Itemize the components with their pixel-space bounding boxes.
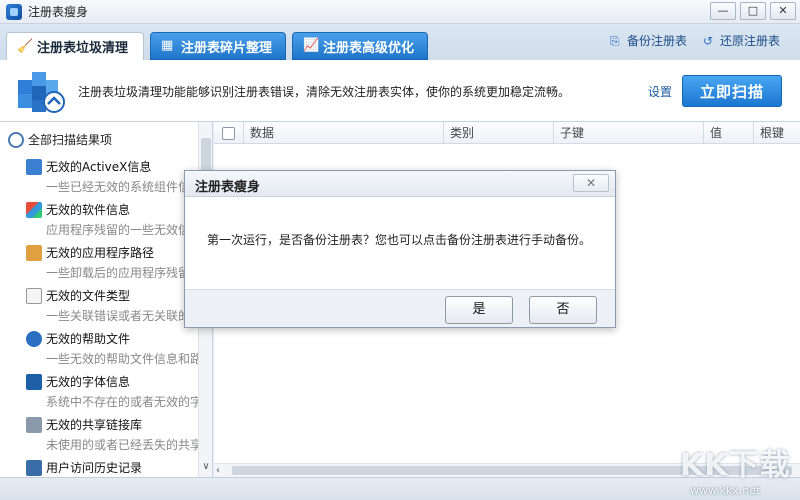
- dialog-close-button[interactable]: ✕: [573, 174, 609, 192]
- restore-icon: ↺: [702, 33, 714, 48]
- tab-label: 注册表垃圾清理: [37, 41, 129, 56]
- item-title: 无效的应用程序路径: [46, 246, 155, 260]
- dialog-title: 注册表瘦身: [195, 180, 261, 195]
- scan-now-button[interactable]: 立即扫描: [682, 75, 782, 107]
- chevron-left-icon[interactable]: ‹: [216, 464, 220, 477]
- item-title: 无效的帮助文件: [46, 332, 131, 346]
- filetype-icon: [26, 287, 42, 304]
- broom-icon: 🧹: [17, 38, 34, 54]
- column-data[interactable]: 数据: [244, 122, 444, 144]
- list-item[interactable]: 用户访问历史记录: [26, 459, 206, 476]
- column-value[interactable]: 值: [704, 122, 754, 144]
- table-header: 数据 类别 子键 值 根键: [214, 122, 800, 144]
- restore-registry-link[interactable]: ↺ 还原注册表: [703, 32, 780, 49]
- tab-junk-clean[interactable]: 🧹 注册表垃圾清理: [6, 32, 144, 60]
- backup-icon: ⎘: [609, 33, 620, 48]
- item-title: 用户访问历史记录: [46, 461, 143, 475]
- list-item[interactable]: 无效的应用程序路径 一些卸载后的应用程序残留路径: [26, 244, 212, 281]
- chevron-down-icon[interactable]: ∨: [199, 461, 212, 475]
- magnifier-icon: [8, 131, 24, 148]
- item-title: 无效的ActiveX信息: [46, 160, 152, 174]
- select-all-checkbox[interactable]: [222, 126, 235, 140]
- settings-link[interactable]: 设置: [648, 83, 672, 100]
- list-item[interactable]: 无效的字体信息 系统中不存在的或者无效的字体: [26, 373, 212, 410]
- chart-icon: 📈: [303, 38, 320, 53]
- item-desc: 一些无效的帮助文件信息和路径: [46, 352, 213, 366]
- item-title: 无效的字体信息: [46, 375, 131, 389]
- dialog-title-bar: 注册表瘦身 ✕: [185, 171, 615, 197]
- list-item[interactable]: 无效的软件信息 应用程序残留的一些无效信息: [26, 201, 206, 238]
- defrag-icon: ▦: [161, 38, 174, 53]
- info-banner: 注册表垃圾清理功能能够识别注册表错误，清除无效注册表实体，使你的系统更加稳定流畅…: [0, 60, 800, 122]
- column-subkey[interactable]: 子键: [554, 122, 704, 144]
- watermark: KK下载 www.kkx.net: [680, 440, 798, 498]
- item-title: 无效的共享链接库: [46, 418, 143, 432]
- dialog-message: 第一次运行，是否备份注册表？您也可以点击备份注册表进行手动备份。: [207, 233, 592, 247]
- watermark-url: www.kkx.net: [690, 484, 761, 497]
- close-button[interactable]: ✕: [770, 2, 796, 20]
- dialog-footer: 是 否: [185, 289, 615, 327]
- tab-bar: 🧹 注册表垃圾清理 ▦ 注册表碎片整理 📈 注册表高级优化 ⎘ 备份注册表 ↺ …: [0, 24, 800, 60]
- backup-label: 备份注册表: [626, 34, 687, 48]
- item-desc: 系统中不存在的或者无效的字体: [46, 395, 213, 409]
- column-type[interactable]: 类别: [444, 122, 554, 144]
- path-icon: [26, 244, 42, 261]
- list-item[interactable]: 无效的帮助文件 一些无效的帮助文件信息和路径: [26, 330, 212, 367]
- top-links: ⎘ 备份注册表 ↺ 还原注册表: [610, 32, 780, 49]
- backup-prompt-dialog: 注册表瘦身 ✕ 第一次运行，是否备份注册表？您也可以点击备份注册表进行手动备份。…: [184, 170, 616, 328]
- item-title: 无效的软件信息: [46, 203, 131, 217]
- tab-label: 注册表碎片整理: [181, 40, 273, 56]
- font-icon: [26, 373, 42, 390]
- item-title: 无效的文件类型: [46, 289, 131, 303]
- tab-label: 注册表高级优化: [323, 40, 415, 56]
- window-title: 注册表瘦身: [28, 5, 89, 19]
- help-icon: [26, 330, 42, 347]
- banner-description: 注册表垃圾清理功能能够识别注册表错误，清除无效注册表实体，使你的系统更加稳定流畅…: [78, 85, 571, 99]
- software-icon: [26, 201, 42, 218]
- maximize-button[interactable]: □: [740, 2, 766, 20]
- no-button[interactable]: 否: [529, 296, 597, 324]
- watermark-logo: KK下载: [680, 448, 791, 483]
- restore-label: 还原注册表: [719, 34, 780, 48]
- select-all-checkbox-cell: [214, 122, 244, 144]
- minimize-button[interactable]: —: [710, 2, 736, 20]
- dll-icon: [26, 416, 42, 433]
- yes-button[interactable]: 是: [445, 296, 513, 324]
- scan-category-list: 全部扫描结果项 无效的ActiveX信息 一些已经无效的系统组件信息 无效的软件…: [0, 122, 213, 477]
- column-rootkey[interactable]: 根键: [754, 122, 800, 144]
- activex-icon: [26, 158, 42, 175]
- all-results-label: 全部扫描结果项: [28, 133, 113, 147]
- backup-registry-link[interactable]: ⎘ 备份注册表: [610, 32, 687, 49]
- history-icon: [26, 459, 42, 476]
- title-bar: 注册表瘦身 — □ ✕: [0, 0, 800, 24]
- list-item[interactable]: 无效的ActiveX信息 一些已经无效的系统组件信息: [26, 158, 206, 195]
- app-icon: [6, 3, 22, 20]
- tab-defrag[interactable]: ▦ 注册表碎片整理: [150, 32, 286, 60]
- window-controls: — □ ✕: [710, 2, 796, 20]
- tab-advanced[interactable]: 📈 注册表高级优化: [292, 32, 428, 60]
- list-item[interactable]: 无效的文件类型 一些关联错误或者无关联的文件类型: [26, 287, 212, 324]
- registry-cubes-icon: [18, 72, 65, 113]
- list-item[interactable]: 无效的共享链接库 未使用的或者已经丢失的共享库: [26, 416, 212, 453]
- all-results-header[interactable]: 全部扫描结果项: [8, 131, 112, 148]
- item-desc: 未使用的或者已经丢失的共享库: [46, 438, 213, 452]
